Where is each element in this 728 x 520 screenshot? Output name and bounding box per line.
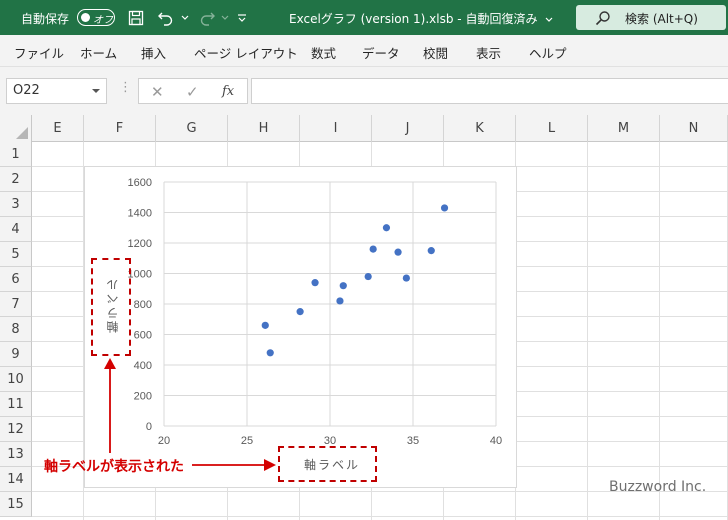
data-point xyxy=(266,349,274,357)
row-header-10[interactable]: 10 xyxy=(0,367,32,392)
search-icon xyxy=(595,11,610,26)
column-header-l[interactable]: L xyxy=(516,115,588,142)
row-header-1[interactable]: 1 xyxy=(0,142,32,167)
gridline-horizontal xyxy=(32,516,728,517)
title-bar: 自動保存 オフ Excelグラフ (version 1).xlsb - 自動回復… xyxy=(0,0,728,35)
y-tick-label: 1400 xyxy=(128,208,152,220)
insert-function-icon[interactable]: fx xyxy=(222,84,234,99)
save-icon[interactable] xyxy=(126,8,146,28)
y-tick-label: 400 xyxy=(134,360,152,372)
y-tick-label: 200 xyxy=(134,391,152,403)
row-header-2[interactable]: 2 xyxy=(0,167,32,192)
column-header-g[interactable]: G xyxy=(156,115,228,142)
annotation-callout: 軸ラベルが表示された xyxy=(44,459,184,475)
title-dropdown-icon xyxy=(545,17,553,22)
cancel-icon[interactable]: ✕ xyxy=(151,83,164,101)
data-point xyxy=(440,204,449,212)
row-header-5[interactable]: 5 xyxy=(0,242,32,267)
data-point xyxy=(382,224,391,232)
tab-view[interactable]: 表示 xyxy=(476,43,501,62)
y-tick-label: 0 xyxy=(146,421,152,433)
x-tick-label: 20 xyxy=(158,435,170,447)
autosave-label: 自動保存 xyxy=(21,12,70,26)
undo-icon[interactable] xyxy=(155,8,177,28)
chart-plot: 0200400600800100012001400160020 25 30 35 40 xyxy=(128,177,503,447)
formula-buttons: ✕ ✓ fx xyxy=(138,78,248,104)
ribbon-tabs: ファイル ホーム 挿入 ページ レイアウト 数式 データ 校閲 表示 ヘルプ xyxy=(0,35,728,67)
redo-icon[interactable] xyxy=(196,8,218,28)
x-tick-label: 25 xyxy=(241,435,253,447)
data-point xyxy=(369,245,377,253)
formula-bar-grip-icon[interactable]: ⋮ xyxy=(119,80,132,95)
column-header-j[interactable]: J xyxy=(372,115,444,142)
tab-home[interactable]: ホーム xyxy=(80,43,117,62)
search-box[interactable]: 検索 (Alt+Q) xyxy=(576,5,726,30)
column-header-k[interactable]: K xyxy=(444,115,516,142)
tab-page-layout[interactable]: ページ レイアウト xyxy=(194,43,298,62)
column-header-h[interactable]: H xyxy=(228,115,300,142)
gridline-vertical xyxy=(587,142,588,520)
tab-formulas[interactable]: 数式 xyxy=(311,43,336,62)
data-point xyxy=(339,282,347,290)
autosave-state: オフ xyxy=(93,15,113,26)
name-box-value: O22 xyxy=(13,83,40,98)
tab-insert[interactable]: 挿入 xyxy=(141,43,166,62)
x-tick-label: 40 xyxy=(490,435,502,447)
file-title: Excelグラフ (version 1).xlsb - 自動回復済み xyxy=(289,12,538,26)
x-tick-label: 35 xyxy=(407,435,419,447)
column-header-n[interactable]: N xyxy=(660,115,728,142)
x-axis-title[interactable]: 軸ラベル xyxy=(304,456,360,473)
row-header-4[interactable]: 4 xyxy=(0,217,32,242)
data-point xyxy=(296,308,304,316)
gridline-vertical xyxy=(659,142,660,520)
row-header-14[interactable]: 14 xyxy=(0,467,32,492)
row-header-13[interactable]: 13 xyxy=(0,442,32,467)
name-box[interactable]: O22 xyxy=(6,78,107,104)
autosave-toggle[interactable]: オフ xyxy=(77,9,115,26)
tab-help[interactable]: ヘルプ xyxy=(529,43,567,62)
column-header-f[interactable]: F xyxy=(84,115,156,142)
data-point xyxy=(311,279,319,287)
y-tick-label: 600 xyxy=(134,330,152,342)
y-tick-label: 1200 xyxy=(128,238,152,250)
row-header-7[interactable]: 7 xyxy=(0,292,32,317)
y-axis-title[interactable]: 軸ラベル xyxy=(104,277,121,333)
formula-input[interactable] xyxy=(251,78,728,104)
scatter-chart[interactable]: 0 200 400 600 800 1000 1200 1400 1600 20 25 30 35 40 xyxy=(84,166,517,488)
y-tick-label: 1600 xyxy=(128,177,152,189)
row-header-9[interactable]: 9 xyxy=(0,342,32,367)
data-point xyxy=(402,274,410,282)
column-header-m[interactable]: M xyxy=(588,115,660,142)
watermark: Buzzword Inc. xyxy=(609,479,707,495)
row-header-15[interactable]: 15 xyxy=(0,492,32,517)
row-header-3[interactable]: 3 xyxy=(0,192,32,217)
search-label: 検索 (Alt+Q) xyxy=(625,12,698,26)
data-point xyxy=(427,247,435,255)
tab-data[interactable]: データ xyxy=(362,43,400,62)
data-point xyxy=(394,248,402,256)
tab-file[interactable]: ファイル xyxy=(14,43,64,62)
row-header-8[interactable]: 8 xyxy=(0,317,32,342)
formula-bar: O22 ⋮ ✕ ✓ fx xyxy=(0,67,728,115)
toggle-knob xyxy=(81,13,90,22)
row-header-11[interactable]: 11 xyxy=(0,392,32,417)
redo-dropdown-icon[interactable] xyxy=(220,8,230,28)
row-header-6[interactable]: 6 xyxy=(0,267,32,292)
column-header-e[interactable]: E xyxy=(32,115,84,142)
y-tick-label: 800 xyxy=(134,299,152,311)
row-header-12[interactable]: 12 xyxy=(0,417,32,442)
window-title: Excelグラフ (version 1).xlsb - 自動回復済み xyxy=(289,10,553,27)
data-point xyxy=(364,272,372,281)
enter-icon[interactable]: ✓ xyxy=(186,83,199,101)
data-point xyxy=(261,321,269,329)
y-tick-label: 1000 xyxy=(128,269,152,281)
select-all-button[interactable] xyxy=(0,115,32,142)
customize-icon[interactable] xyxy=(236,8,248,28)
data-point xyxy=(336,297,344,305)
undo-dropdown-icon[interactable] xyxy=(180,8,190,28)
tab-review[interactable]: 校閲 xyxy=(423,43,448,62)
name-box-dropdown-icon[interactable] xyxy=(92,89,100,93)
column-header-i[interactable]: I xyxy=(300,115,372,142)
